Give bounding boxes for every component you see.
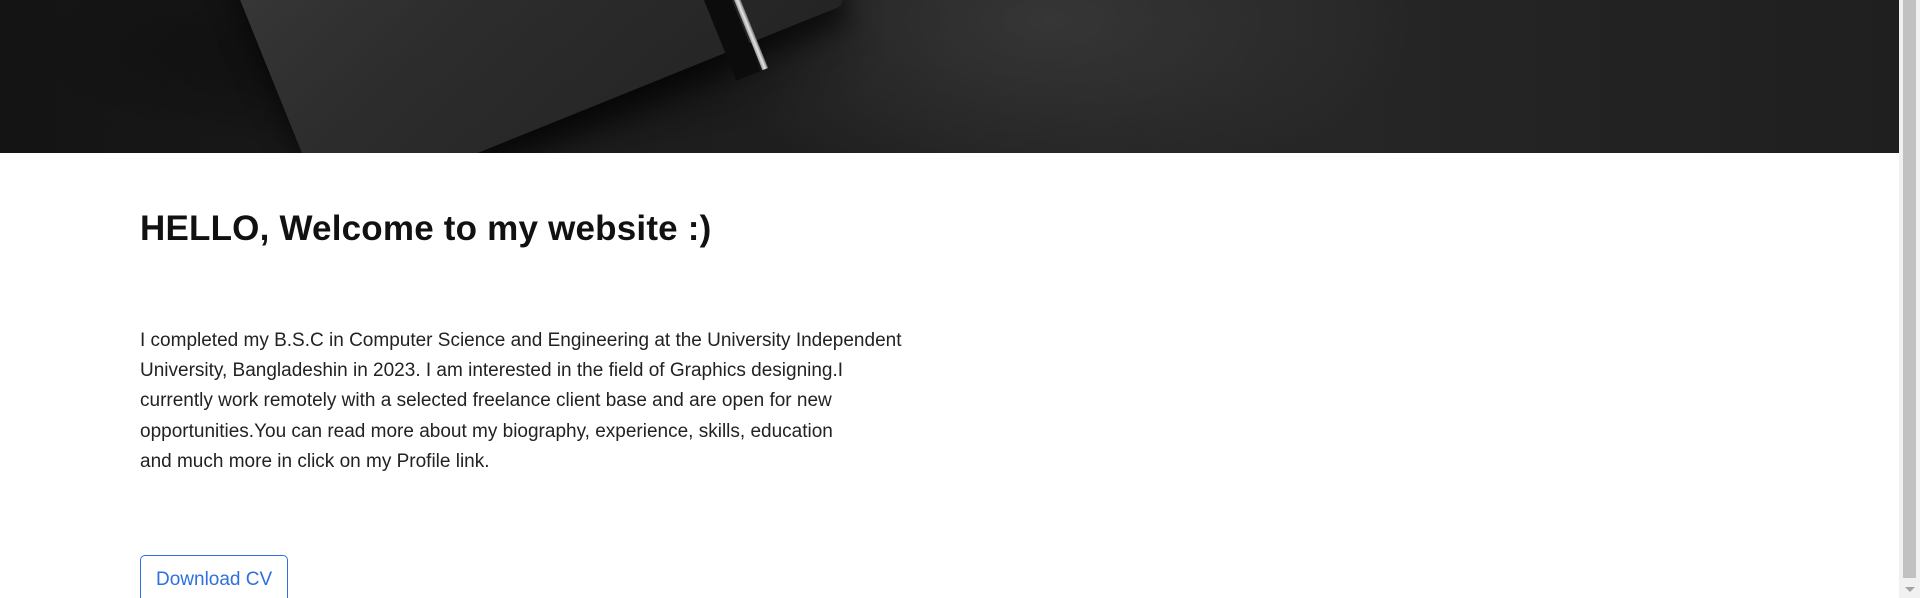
- scroll-down-arrow-icon[interactable]: [1899, 580, 1920, 598]
- vertical-scrollbar[interactable]: [1899, 0, 1920, 598]
- notebook-elastic-band: [609, 0, 761, 81]
- page-title: HELLO, Welcome to my website :): [140, 209, 712, 248]
- scrollbar-thumb[interactable]: [1903, 0, 1916, 578]
- bio-line: opportunities.You can read more about my…: [140, 420, 833, 442]
- bio-line: I completed my B.S.C in Computer Science…: [140, 330, 902, 351]
- bio-line: currently work remotely with a selected …: [140, 390, 832, 412]
- bio-line: and much more in click on my Profile lin…: [140, 450, 490, 472]
- bio-paragraph: I completed my B.S.C in Computer Science…: [140, 326, 940, 477]
- hero-banner-image: [0, 0, 1899, 153]
- download-cv-button[interactable]: Download CV: [140, 555, 289, 598]
- bio-line: University, Bangladeshin in 2023. I am i…: [140, 360, 844, 382]
- page: HELLO, Welcome to my website :) I comple…: [0, 0, 1920, 598]
